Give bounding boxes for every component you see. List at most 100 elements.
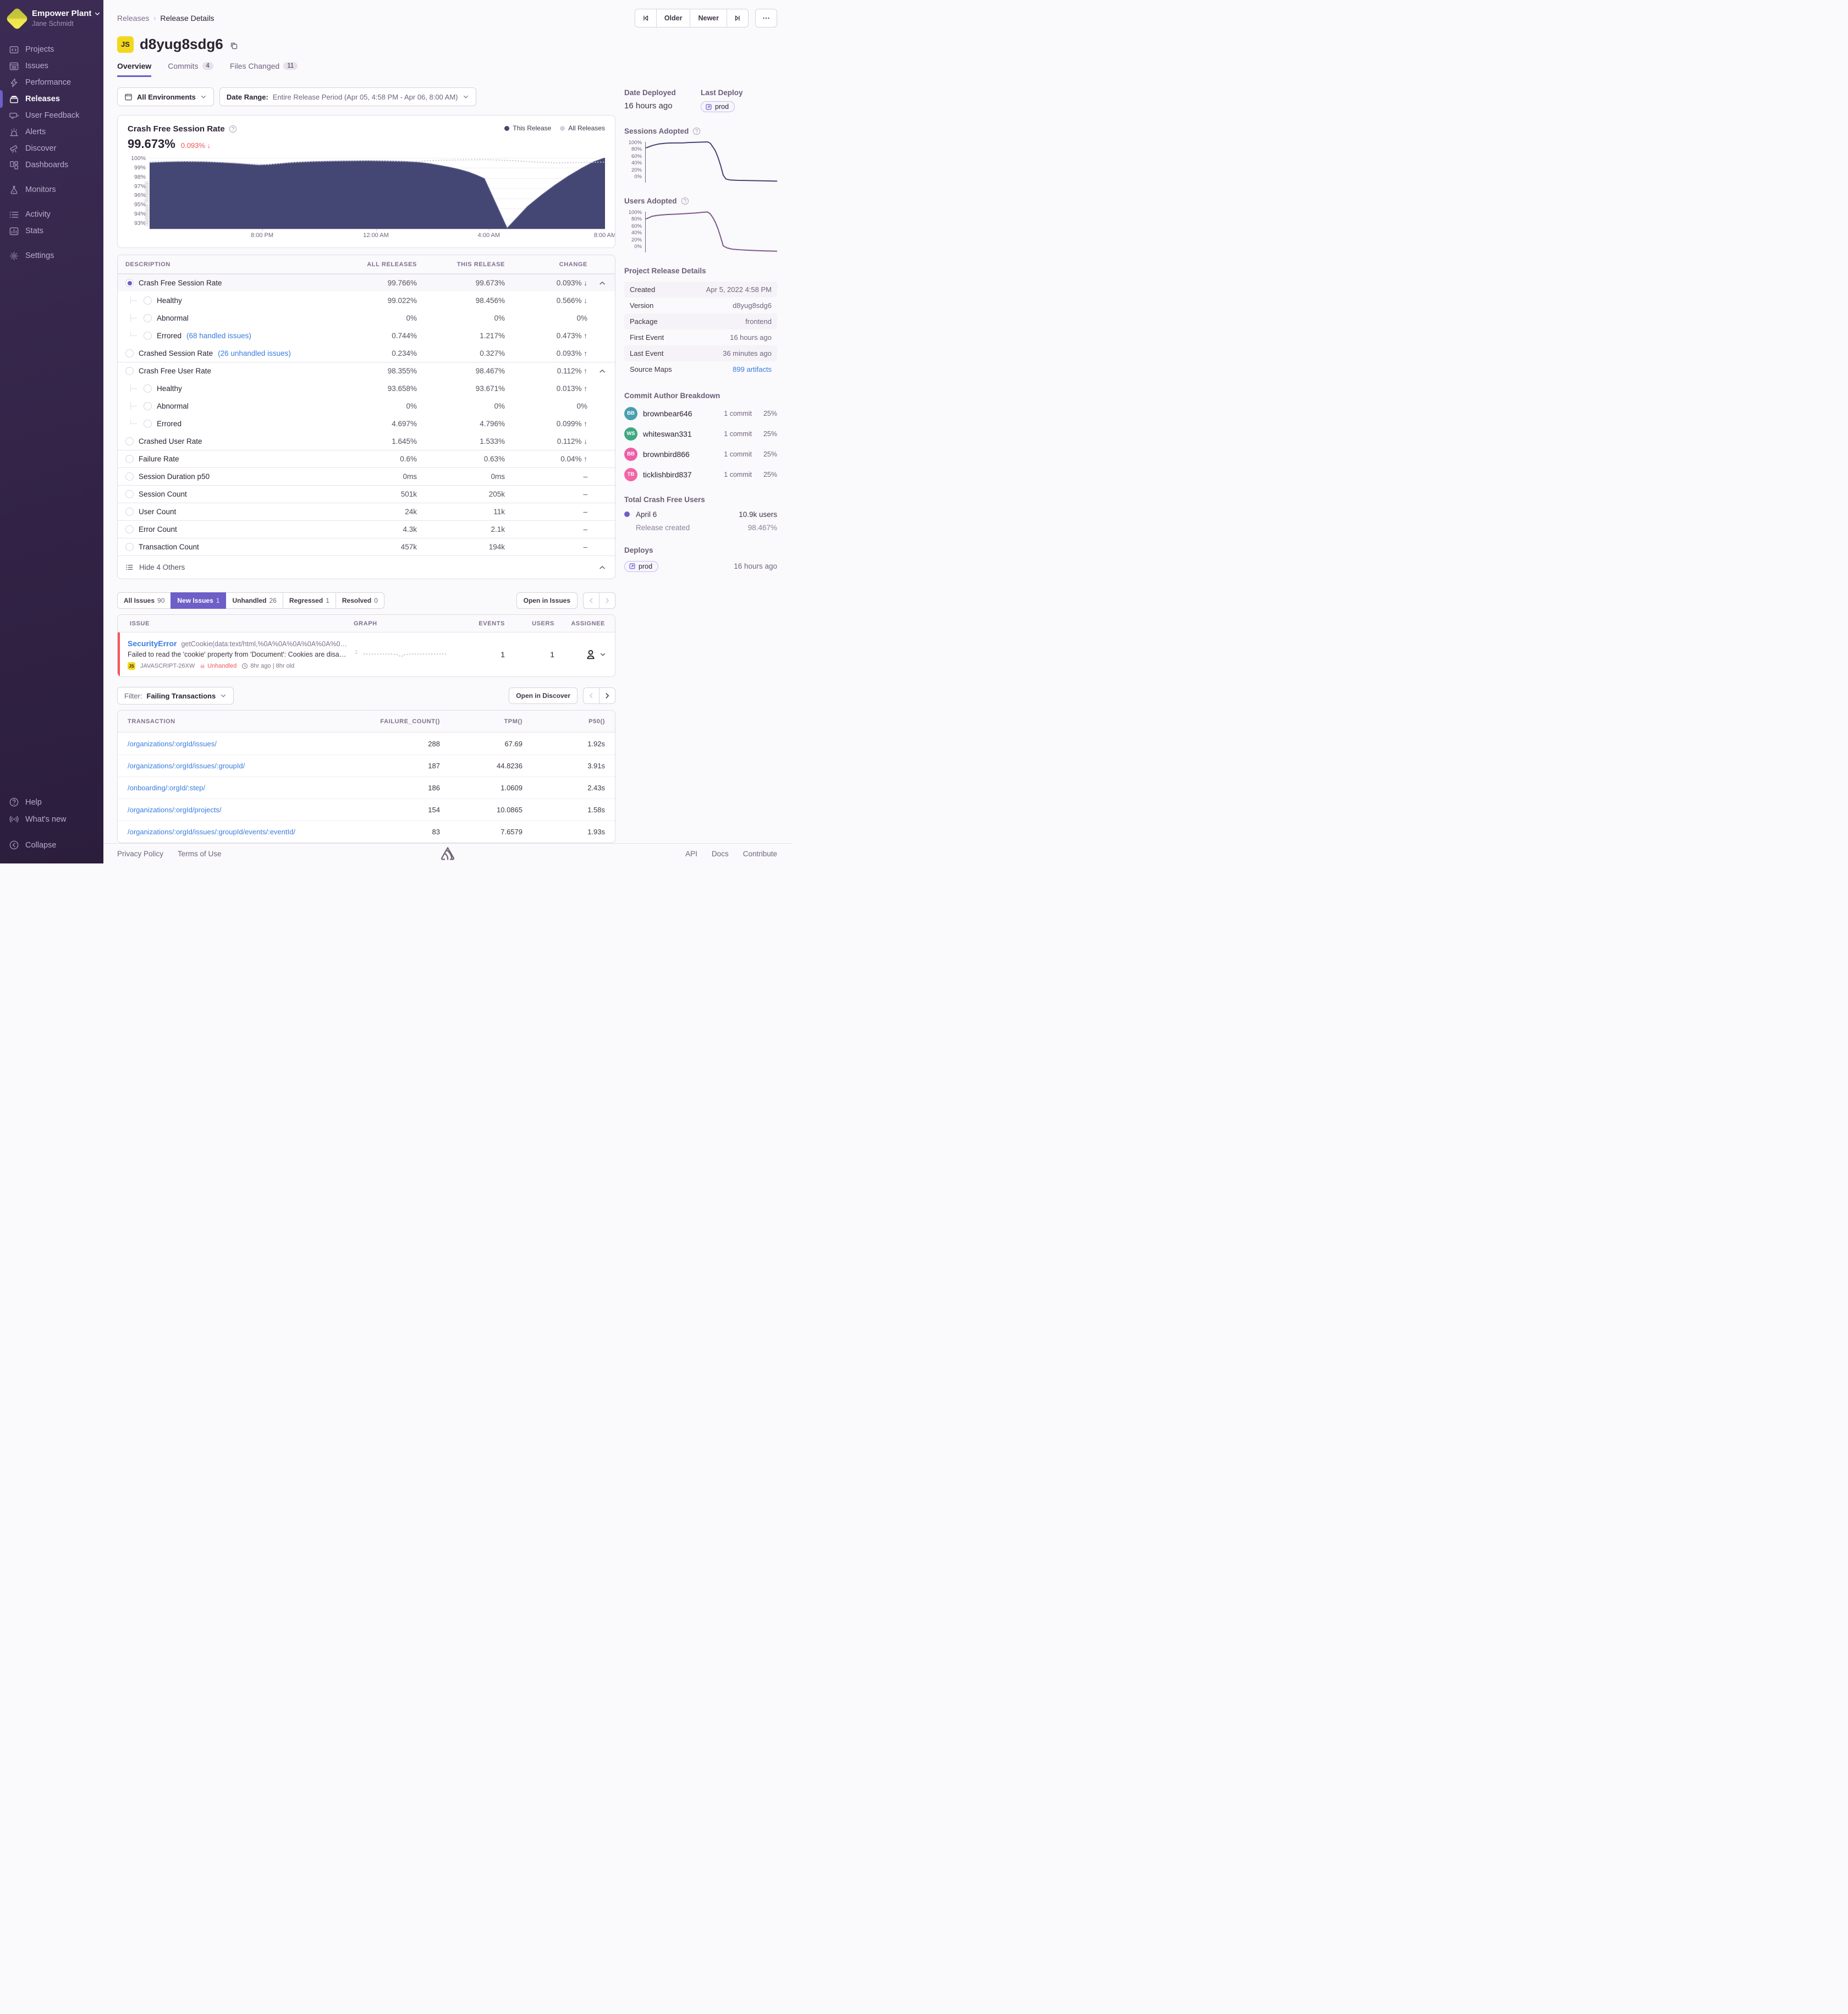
metric-radio[interactable]: [144, 296, 152, 305]
chevron-up-icon[interactable]: [598, 367, 606, 375]
date-range-selector[interactable]: Date Range: Entire Release Period (Apr 0…: [219, 87, 476, 106]
author-percent: 25%: [763, 450, 777, 458]
open-in-issues-button[interactable]: Open in Issues: [516, 592, 578, 609]
breadcrumb-releases[interactable]: Releases: [117, 14, 149, 23]
metric-radio[interactable]: [125, 472, 134, 481]
footer-link-contribute[interactable]: Contribute: [743, 850, 777, 858]
metric-radio[interactable]: [125, 525, 134, 533]
metric-radio[interactable]: [144, 419, 152, 428]
issues-tab-resolved[interactable]: Resolved 0: [335, 592, 384, 609]
transactions-filter[interactable]: Filter: Failing Transactions: [117, 687, 234, 705]
prod-deploy-badge[interactable]: prod: [701, 101, 735, 112]
transaction-link[interactable]: /organizations/:orgId/issues/: [128, 740, 358, 748]
legend-all-releases[interactable]: All Releases: [560, 124, 605, 132]
metric-radio[interactable]: [125, 279, 134, 287]
footer-link-terms-of-use[interactable]: Terms of Use: [178, 850, 222, 858]
more-actions-button[interactable]: [755, 9, 777, 27]
sidebar-collapse-button[interactable]: Collapse: [0, 837, 103, 854]
transaction-link[interactable]: /organizations/:orgId/projects/: [128, 806, 358, 814]
older-button[interactable]: Older: [656, 9, 691, 27]
transaction-link[interactable]: /organizations/:orgId/issues/:groupId/ev…: [128, 828, 358, 836]
metric-radio[interactable]: [144, 313, 152, 322]
sidebar-item-user-feedback[interactable]: User Feedback: [0, 107, 103, 124]
open-in-discover-button[interactable]: Open in Discover: [509, 687, 578, 704]
environment-selector[interactable]: All Environments: [117, 87, 214, 106]
metric-radio[interactable]: [144, 401, 152, 410]
issues-tab-new-issues[interactable]: New Issues 1: [170, 592, 227, 609]
issues-tab-all-issues[interactable]: All Issues 90: [117, 592, 172, 609]
col-graph: GRAPH: [354, 620, 377, 627]
assignee-selector[interactable]: [554, 648, 615, 661]
sidebar-item-help[interactable]: Help: [0, 794, 103, 811]
metric-radio[interactable]: [125, 437, 134, 445]
metric-row-crashed-user-rate: Crashed User Rate 1.645% 1.533% 0.112% ↓: [118, 432, 615, 450]
metric-label: User Count: [139, 508, 177, 516]
sidebar-item-releases[interactable]: Releases: [0, 90, 103, 108]
sidebar-item-monitors[interactable]: Monitors: [0, 181, 103, 198]
legend-this-release[interactable]: This Release: [504, 124, 551, 132]
newer-button[interactable]: Newer: [690, 9, 727, 27]
metric-radio[interactable]: [125, 543, 134, 551]
metric-radio[interactable]: [125, 490, 134, 498]
transaction-row: /organizations/:orgId/issues/288 67.69 1.9…: [118, 733, 615, 755]
issues-tab-unhandled[interactable]: Unhandled 26: [226, 592, 283, 609]
tab-files-changed[interactable]: Files Changed 11: [230, 62, 298, 77]
transaction-link[interactable]: /onboarding/:orgId/:step/: [128, 784, 358, 792]
last-release-button[interactable]: [727, 9, 749, 27]
sidebar-item-what-s-new[interactable]: What's new: [0, 811, 103, 828]
metric-radio[interactable]: [144, 384, 152, 393]
x-tick-mark: [488, 229, 490, 231]
issue-title-link[interactable]: SecurityError: [128, 639, 177, 648]
metric-change: 0.473% ↑: [556, 331, 587, 340]
metric-radio[interactable]: [125, 367, 134, 375]
footer-link-api[interactable]: API: [685, 850, 697, 858]
detail-value[interactable]: 899 artifacts: [733, 365, 772, 373]
metric-radio[interactable]: [125, 455, 134, 463]
sidebar-item-settings[interactable]: Settings: [0, 247, 103, 264]
transactions-toolbar: Filter: Failing Transactions Open in Dis…: [117, 687, 615, 705]
transactions-next-button[interactable]: [599, 687, 615, 704]
chart-big-value: 99.673%: [128, 137, 175, 151]
sidebar-item-label: Alerts: [25, 128, 46, 136]
transaction-link[interactable]: /organizations/:orgId/issues/:groupId/: [128, 762, 358, 770]
breadcrumb-separator-icon: ›: [153, 14, 156, 22]
sidebar-item-projects[interactable]: Projects: [0, 41, 103, 58]
col-users: USERS: [532, 620, 554, 627]
sidebar-item-discover[interactable]: Discover: [0, 140, 103, 157]
metric-issues-link[interactable]: (68 handled issues): [186, 332, 251, 340]
skull-icon: ☠: [200, 663, 206, 670]
prod-deploy-badge[interactable]: prod: [624, 560, 659, 572]
sidebar-item-dashboards[interactable]: Dashboards: [0, 157, 103, 173]
tab-commits[interactable]: Commits 4: [168, 62, 213, 77]
metric-radio[interactable]: [125, 508, 134, 516]
org-switcher[interactable]: Empower Plant Jane Schmidt: [0, 7, 103, 31]
sidebar-nav: Projects Issues Performance Releases User Fe…: [0, 33, 103, 264]
copy-icon[interactable]: [229, 41, 238, 50]
issues-tab-regressed[interactable]: Regressed 1: [282, 592, 336, 609]
footer-link-docs[interactable]: Docs: [712, 850, 729, 858]
issues-prev-button[interactable]: [583, 592, 600, 609]
transaction-failure-count: 288: [428, 739, 440, 748]
metric-issues-link[interactable]: (26 unhandled issues): [218, 349, 291, 357]
chevron-up-icon[interactable]: [598, 279, 606, 287]
sidebar-item-performance[interactable]: Performance: [0, 74, 103, 91]
avatar: BB: [624, 406, 637, 420]
footer-link-privacy-policy[interactable]: Privacy Policy: [117, 850, 163, 858]
sidebar-item-activity[interactable]: Activity: [0, 206, 103, 223]
metric-radio[interactable]: [125, 349, 134, 357]
first-release-button[interactable]: [634, 9, 657, 27]
hide-others-toggle[interactable]: Hide 4 Others: [118, 555, 615, 579]
sidebar-item-alerts[interactable]: Alerts: [0, 124, 103, 140]
transactions-pagination: [583, 687, 615, 704]
author-percent: 25%: [763, 470, 777, 478]
transactions-prev-button[interactable]: [583, 687, 600, 704]
sidebar-item-issues[interactable]: Issues: [0, 58, 103, 74]
metric-change: –: [583, 525, 587, 533]
metric-radio[interactable]: [144, 331, 152, 340]
tab-overview[interactable]: Overview: [117, 62, 152, 77]
metric-label: Crash Free Session Rate: [139, 279, 222, 287]
metric-this-release: 93.671%: [475, 384, 505, 393]
metric-row-errored: Errored (68 handled issues) 0.744% 1.217% 0.…: [118, 327, 615, 344]
issues-next-button[interactable]: [599, 592, 615, 609]
sidebar-item-stats[interactable]: Stats: [0, 223, 103, 239]
